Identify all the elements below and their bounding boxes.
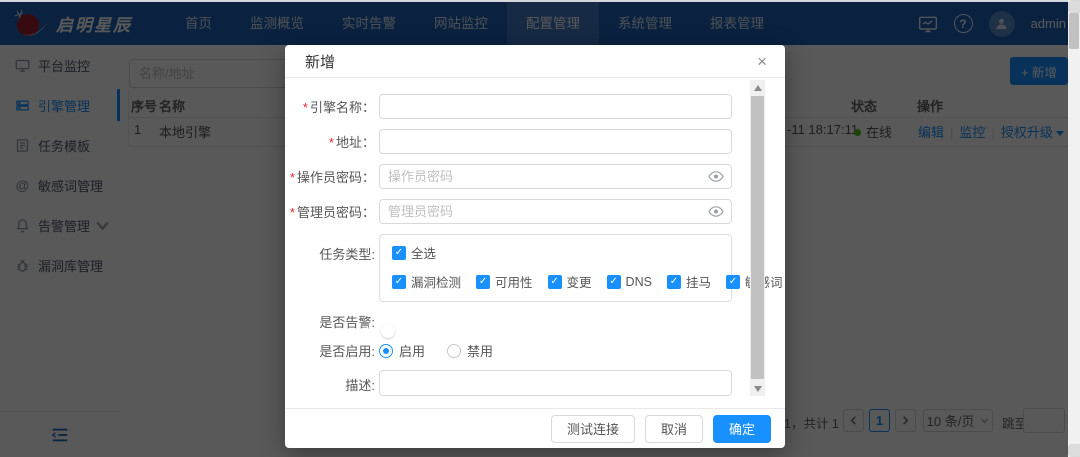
radio-disable[interactable]: 禁用 [447, 341, 493, 360]
scroll-down-arrow[interactable] [1068, 444, 1080, 457]
test-connection-button[interactable]: 测试连接 [551, 415, 635, 443]
checkbox-trojan[interactable]: ✓ 挂马 [667, 272, 711, 291]
checkbox-checked-icon: ✓ [476, 275, 490, 289]
field-label: *管理员密码： [285, 202, 375, 221]
address-input[interactable] [379, 129, 732, 154]
close-icon[interactable]: × [757, 53, 767, 70]
checkbox-label: 可用性 [495, 272, 533, 291]
app-root: 启明星辰 首页 监测概览 实时告警 网站监控 配置管理 系统管理 报表管理 ad… [0, 0, 1080, 457]
address-label: 地址： [336, 135, 375, 150]
eye-icon[interactable] [708, 204, 724, 219]
required-mark: * [303, 100, 308, 115]
form-row-address: *地址： [285, 129, 785, 154]
scroll-down-arrow[interactable] [750, 381, 765, 396]
admin-password-label: 管理员密码： [297, 205, 375, 220]
scrollbar-thumb[interactable] [1069, 13, 1079, 49]
required-mark: * [290, 205, 295, 220]
radio-selected-icon [379, 344, 393, 358]
form-row-alert: 是否告警: 否 [285, 312, 785, 331]
task-type-group: ✓ 全选 ✓漏洞检测 ✓可用性 ✓变更 ✓DNS ✓挂马 ✓敏感词 [379, 234, 732, 302]
checkbox-label: 全选 [411, 243, 436, 262]
ok-button[interactable]: 确定 [713, 415, 771, 443]
checkbox-checked-icon: ✓ [607, 275, 621, 289]
form-row-admin-password: *管理员密码： [285, 199, 785, 224]
checkbox-label: 漏洞检测 [411, 272, 461, 291]
form-row-operator-password: *操作员密码： [285, 164, 785, 189]
checkbox-checked-icon: ✓ [392, 246, 406, 260]
scroll-up-arrow[interactable] [750, 80, 765, 95]
field-label: *引擎名称： [285, 97, 375, 116]
checkbox-select-all[interactable]: ✓ 全选 [392, 243, 719, 262]
browser-scrollbar[interactable] [1068, 0, 1080, 457]
task-type-options: ✓漏洞检测 ✓可用性 ✓变更 ✓DNS ✓挂马 ✓敏感词 [392, 272, 719, 291]
checkbox-checked-icon: ✓ [726, 275, 740, 289]
checkbox-checked-icon: ✓ [548, 275, 562, 289]
field-label: *操作员密码： [285, 167, 375, 186]
engine-name-input[interactable] [379, 94, 732, 119]
form-row-task-type: 任务类型: ✓ 全选 ✓ 漏洞检测 ✓ 可用性 ✓ 变更 ✓ DNS ✓ 挂马 [285, 234, 785, 302]
add-engine-modal: 新增 × *引擎名称： *地址： *操作员密码： *管理员密码： [285, 45, 785, 448]
eye-icon[interactable] [708, 169, 724, 184]
form-row-enabled: 是否启用: 启用 禁用 [285, 341, 785, 360]
checkbox-label: 挂马 [686, 272, 711, 291]
radio-label: 禁用 [467, 341, 493, 360]
required-mark: * [290, 170, 295, 185]
checkbox-label: DNS [626, 275, 652, 289]
checkbox-dns[interactable]: ✓ DNS [607, 275, 652, 289]
checkbox-change[interactable]: ✓ 变更 [548, 272, 592, 291]
checkbox-availability[interactable]: ✓ 可用性 [476, 272, 533, 291]
checkbox-vuln-scan[interactable]: ✓ 漏洞检测 [392, 272, 461, 291]
enabled-label: 是否启用: [285, 341, 375, 360]
form-row-description: 描述: [285, 370, 785, 399]
switch-off-text: 否 [362, 324, 373, 339]
required-mark: * [329, 135, 334, 150]
operator-password-label: 操作员密码： [297, 170, 375, 185]
switch-knob [381, 324, 395, 338]
description-label: 描述: [285, 375, 375, 394]
radio-unselected-icon [447, 344, 461, 358]
radio-enable[interactable]: 启用 [379, 341, 425, 360]
form-row-engine-name: *引擎名称： [285, 94, 785, 119]
radio-label: 启用 [399, 341, 425, 360]
task-type-label: 任务类型: [285, 244, 375, 263]
admin-password-input[interactable] [379, 199, 732, 224]
scroll-up-arrow[interactable] [1068, 0, 1080, 13]
field-label: *地址： [285, 132, 375, 151]
checkbox-label: 变更 [567, 272, 592, 291]
description-textarea[interactable] [379, 370, 732, 396]
modal-footer: 测试连接 取消 确定 [285, 408, 785, 448]
engine-name-label: 引擎名称： [310, 100, 375, 115]
scrollbar-thumb[interactable] [751, 96, 764, 379]
operator-password-input[interactable] [379, 164, 732, 189]
modal-body: *引擎名称： *地址： *操作员密码： *管理员密码： [285, 78, 785, 407]
modal-scrollbar[interactable] [750, 80, 765, 396]
modal-title: 新增 [305, 51, 335, 72]
checkbox-checked-icon: ✓ [667, 275, 681, 289]
modal-header: 新增 × [285, 45, 785, 78]
cancel-button[interactable]: 取消 [645, 415, 703, 443]
checkbox-checked-icon: ✓ [392, 275, 406, 289]
window-top-edge [0, 0, 1080, 2]
